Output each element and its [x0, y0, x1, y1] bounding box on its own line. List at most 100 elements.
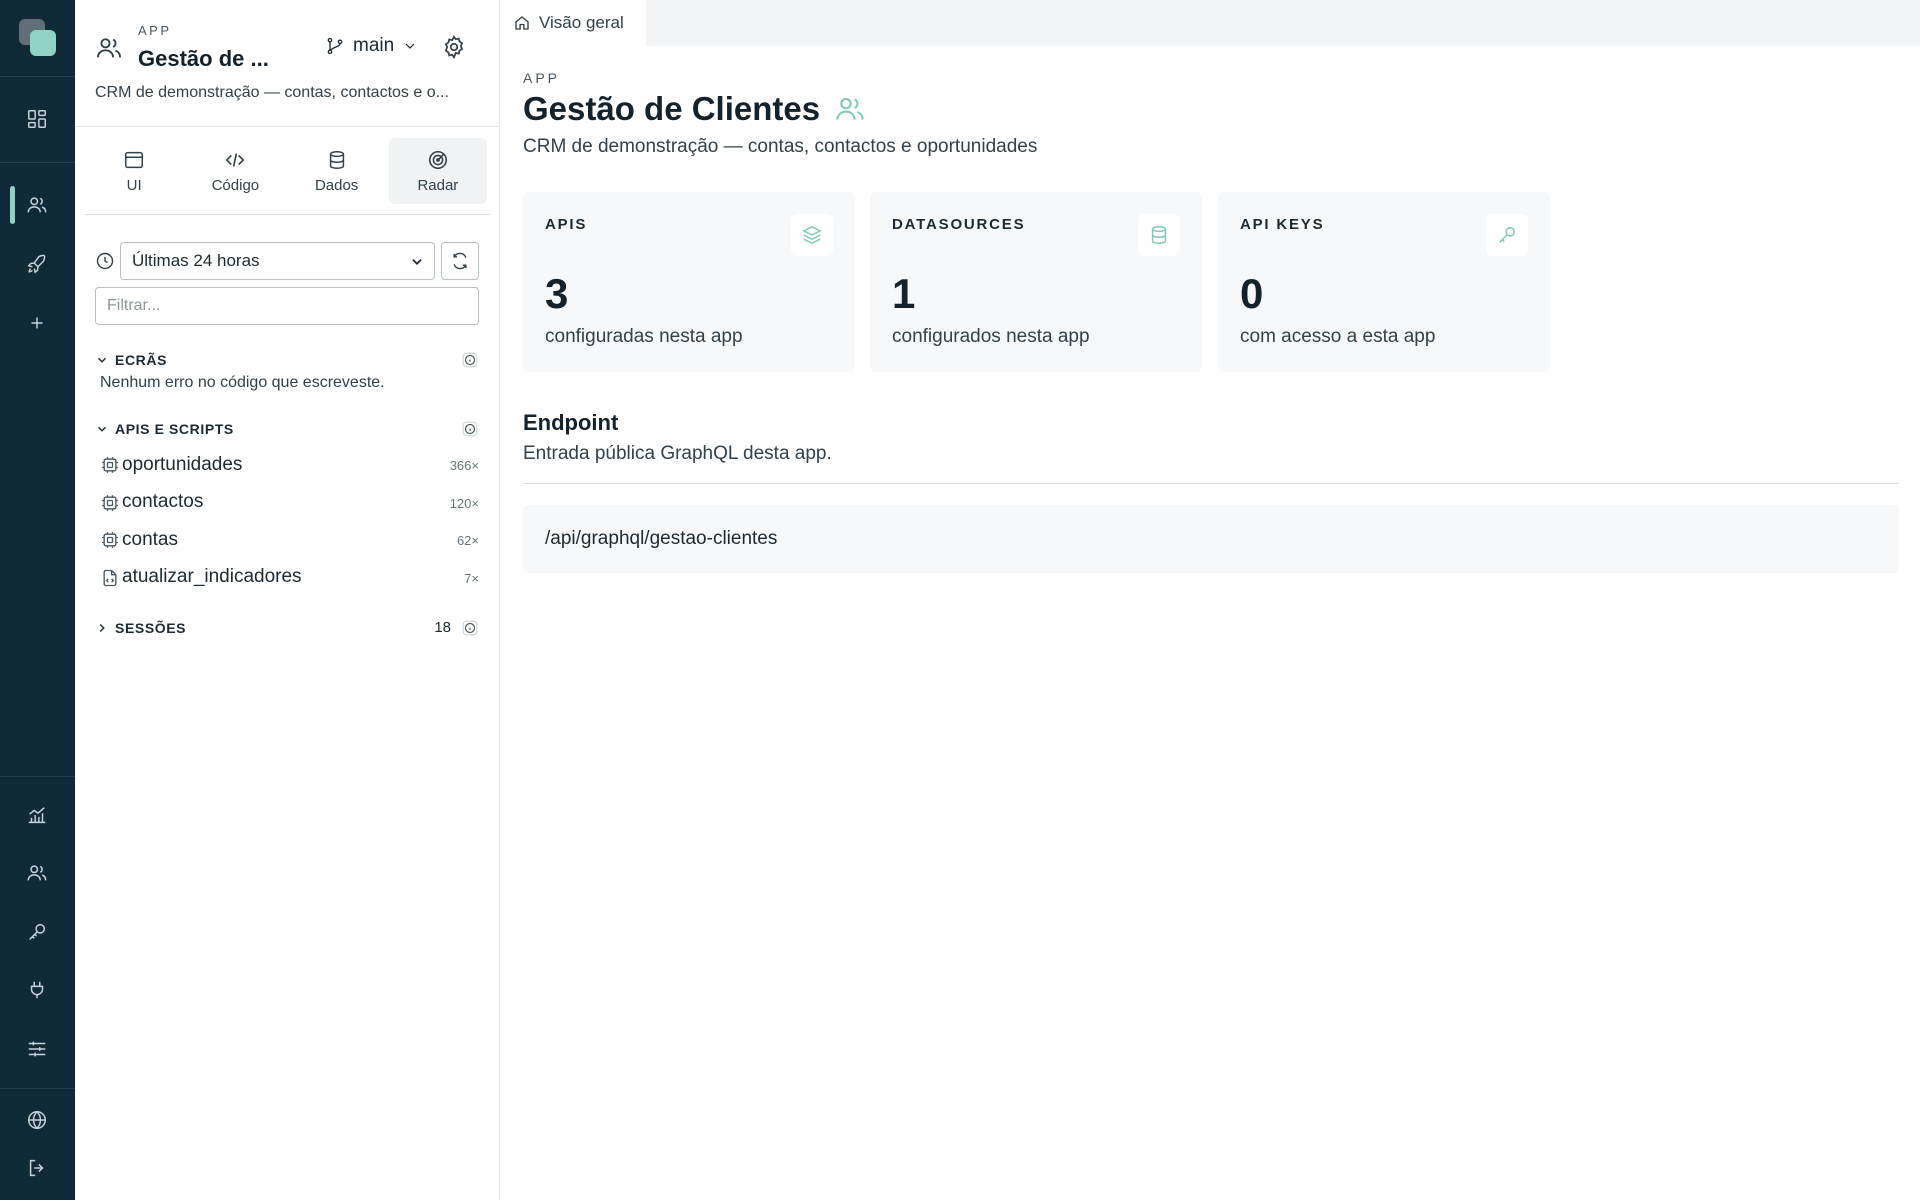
stat-value: 1 [892, 270, 916, 317]
app-logo[interactable] [19, 19, 57, 57]
endpoint-path-box[interactable]: /api/graphql/gestao-clientes [523, 505, 1899, 573]
branch-selector[interactable]: main [325, 35, 418, 57]
page-title-row: Gestão de Clientes [523, 90, 866, 128]
time-range-select[interactable]: Últimas 24 horas [120, 242, 435, 280]
screens-section-header[interactable]: ECRÃS [95, 350, 479, 370]
refresh-button[interactable] [441, 242, 479, 280]
info-icon[interactable] [461, 420, 479, 438]
script-file-icon [103, 569, 117, 586]
rail-divider [0, 776, 75, 777]
info-icon[interactable] [461, 619, 479, 637]
api-call-count: 120× [449, 495, 479, 511]
endpoint-title: Endpoint [523, 410, 619, 435]
stat-value: 0 [1240, 270, 1264, 317]
endpoint-divider [523, 483, 1899, 484]
filter-input[interactable] [95, 287, 479, 325]
rail-active-indicator [10, 186, 15, 224]
time-range-row: Últimas 24 horas [95, 242, 485, 280]
mode-label: Código [211, 176, 260, 194]
chevron-down-icon [412, 259, 422, 265]
mode-radar[interactable]: Radar [388, 138, 487, 204]
section-title: SESSÕES [115, 620, 187, 636]
api-call-count: 7× [464, 570, 479, 586]
page-title: Gestão de Clientes [523, 90, 821, 127]
apis-section-header[interactable]: APIS E SCRIPTS [95, 419, 479, 439]
plus-icon[interactable] [17, 303, 57, 343]
api-item-atualizar-indicadores[interactable]: atualizar_indicadores 7× [95, 559, 479, 597]
apis-section: APIS E SCRIPTS oportunidades 366× contac… [95, 419, 479, 596]
time-range-value: Últimas 24 horas [132, 251, 260, 270]
users-icon[interactable] [17, 185, 57, 225]
chevron-down-icon [97, 426, 107, 432]
stat-card-apis[interactable]: APIS 3 configuradas nesta app [523, 192, 855, 372]
stat-badge [1486, 214, 1528, 256]
rail-divider [0, 76, 75, 77]
globe-icon[interactable] [17, 1100, 57, 1140]
gear-icon[interactable] [441, 34, 467, 60]
api-call-count: 366× [449, 458, 479, 473]
api-item-contas[interactable]: contas 62× [95, 521, 479, 559]
tab-label: Visão geral [539, 13, 624, 32]
database-icon [329, 150, 344, 169]
dashboard-icon[interactable] [17, 99, 57, 139]
api-name: contas [122, 528, 178, 550]
info-icon[interactable] [461, 351, 479, 369]
stat-label: API KEYS [1240, 216, 1325, 233]
logout-icon[interactable] [17, 1148, 57, 1188]
team-icon[interactable] [17, 853, 57, 893]
stat-subtitle: com acesso a esta app [1240, 326, 1436, 347]
app-header: APP Gestão de ... main [95, 22, 485, 82]
screens-section: ECRÃS Nenhum erro no código que escreves… [95, 350, 479, 392]
mode-label: UI [126, 176, 142, 194]
mode-label: Radar [417, 176, 459, 194]
radar-icon [428, 150, 447, 169]
chevron-down-icon [97, 357, 107, 363]
mode-data[interactable]: Dados [288, 138, 386, 204]
stat-label: DATASOURCES [892, 216, 1026, 233]
browser-window-icon [125, 151, 144, 168]
git-branch-icon [327, 37, 343, 55]
branch-name: main [353, 35, 395, 56]
mode-code[interactable]: Código [186, 138, 284, 204]
plug-icon[interactable] [17, 970, 57, 1010]
sessions-section-header[interactable]: SESSÕES 18 [95, 618, 479, 638]
rocket-icon[interactable] [17, 244, 57, 284]
chevron-right-icon [99, 623, 105, 633]
sidebar-divider [75, 126, 500, 127]
sessions-count: 18 [434, 619, 451, 636]
api-list: oportunidades 366× contactos 120× contas… [95, 446, 479, 596]
mode-label: Dados [314, 176, 359, 194]
api-item-oportunidades[interactable]: oportunidades 366× [95, 446, 479, 484]
rail-divider [0, 1088, 75, 1089]
mode-ui[interactable]: UI [85, 138, 183, 204]
mode-switcher: UI Código Dados Radar [85, 138, 490, 204]
screens-empty-text: Nenhum erro no código que escreveste. [100, 374, 385, 391]
stat-card-datasources[interactable]: DATASOURCES 1 configurados nesta app [870, 192, 1202, 372]
sliders-icon[interactable] [17, 1029, 57, 1069]
api-name: contactos [122, 491, 204, 513]
key-icon [1499, 226, 1516, 243]
page-kicker: APP [523, 70, 561, 86]
clock-icon [96, 252, 114, 270]
stat-badge [1138, 214, 1180, 256]
stat-label: APIS [545, 216, 588, 233]
app-kicker: APP [138, 23, 172, 38]
cpu-icon [102, 494, 118, 511]
users-icon [836, 98, 864, 120]
stat-subtitle: configurados nesta app [892, 326, 1090, 347]
analytics-icon[interactable] [17, 795, 57, 835]
rail-divider [0, 162, 75, 163]
stat-card-api-keys[interactable]: API KEYS 0 com acesso a esta app [1218, 192, 1550, 372]
sidebar-divider [85, 214, 490, 215]
tab-overview[interactable]: Visão geral [500, 0, 646, 46]
users-icon [96, 38, 122, 58]
logo-front-square [30, 30, 56, 56]
key-icon[interactable] [17, 912, 57, 952]
cpu-icon [102, 457, 118, 473]
api-item-contactos[interactable]: contactos 120× [95, 484, 479, 522]
app-title: Gestão de ... [138, 46, 269, 71]
layers-icon [802, 225, 822, 245]
api-name: atualizar_indicadores [122, 566, 302, 588]
endpoint-path: /api/graphql/gestao-clientes [545, 528, 778, 549]
page-description: CRM de demonstração — contas, contactos … [523, 136, 1038, 157]
